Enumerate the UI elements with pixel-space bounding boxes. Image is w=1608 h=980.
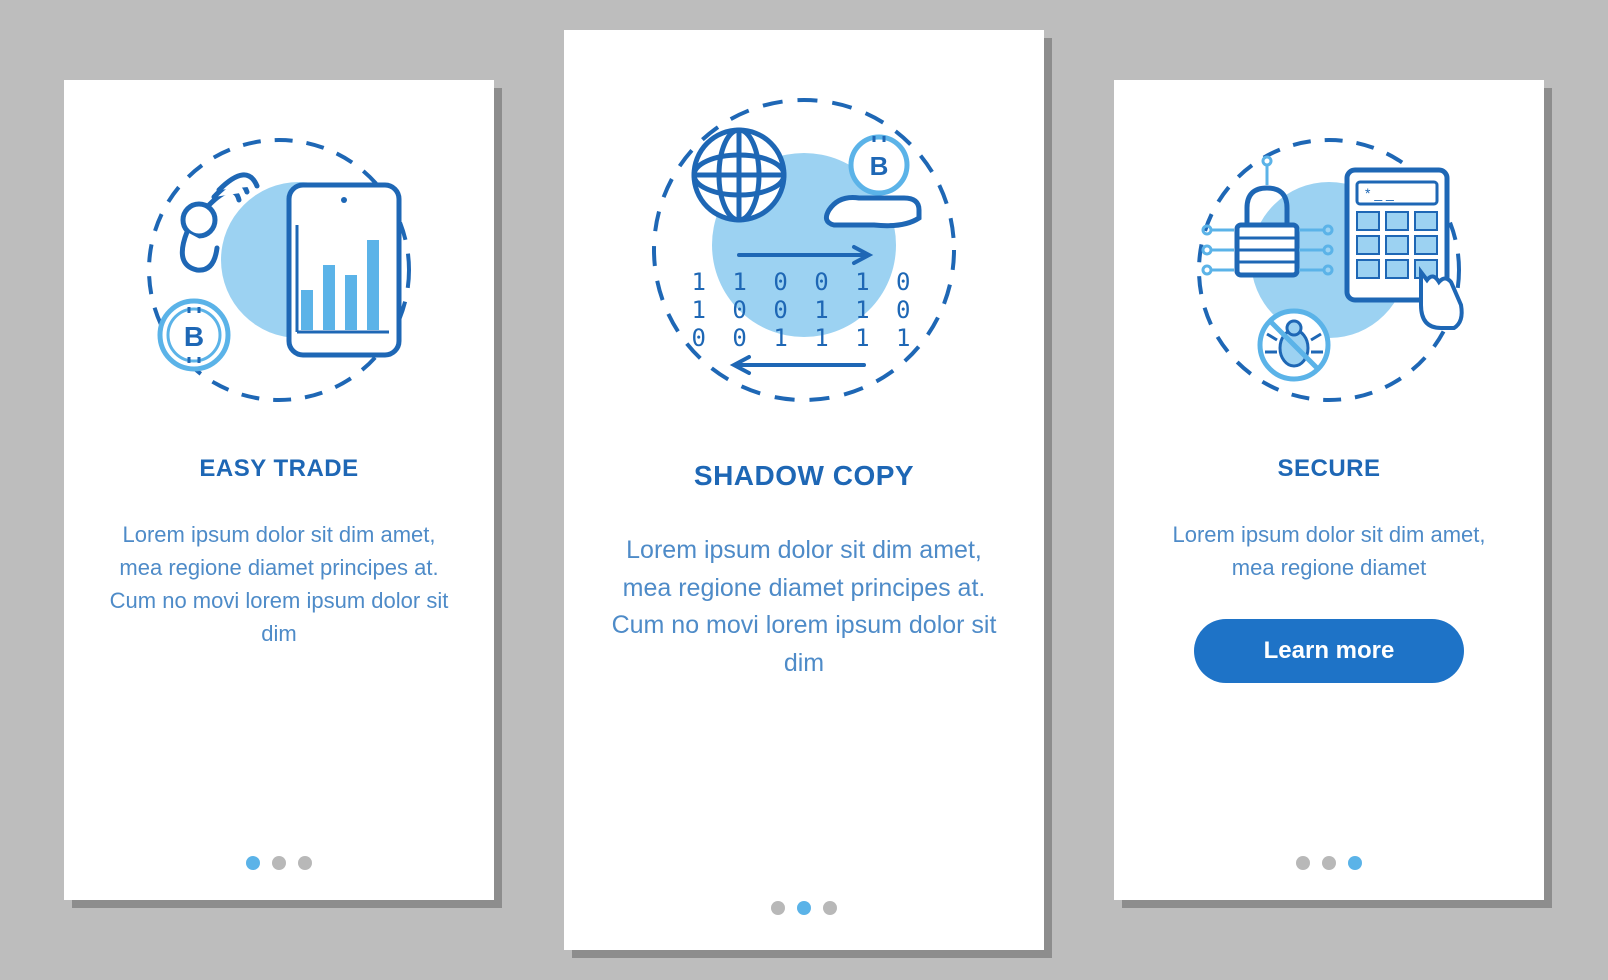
lock-icon [1237,188,1297,275]
dot-1[interactable] [1296,856,1310,870]
card-title: Secure [1277,455,1380,483]
secure-illustration: * _ _ [1189,130,1469,410]
svg-text:B: B [870,151,889,181]
dot-1[interactable] [246,856,260,870]
pagination-dots [771,871,837,915]
bitcoin-icon: B [160,301,228,369]
dot-2[interactable] [272,856,286,870]
card-title: Shadow copy [694,460,914,492]
globe-icon [694,130,784,220]
pagination-dots [1296,826,1362,870]
svg-text:1 1 0 0 1 0: 1 1 0 0 1 0 [692,268,917,296]
easy-trade-illustration: B [139,130,419,410]
dot-3[interactable] [298,856,312,870]
dot-3[interactable] [823,901,837,915]
shadow-copy-illustration: B 1 1 0 0 1 0 1 0 0 1 1 0 0 0 1 1 1 1 [644,90,964,410]
dot-3[interactable] [1348,856,1362,870]
card-title: Easy trade [199,455,358,483]
no-bug-icon [1260,311,1328,379]
svg-text:B: B [184,321,204,352]
svg-text:0 0 1 1 1 1: 0 0 1 1 1 1 [692,324,917,352]
card-body: Lorem ipsum dolor sit dim amet, mea regi… [104,518,454,650]
learn-more-button[interactable]: Learn more [1194,619,1465,683]
onboarding-card-easy-trade: B Easy trade Lorem ipsum dolor sit dim a… [64,80,494,900]
dot-1[interactable] [771,901,785,915]
card-body: Lorem ipsum dolor sit dim amet, mea regi… [609,532,999,682]
onboarding-card-shadow-copy: B 1 1 0 0 1 0 1 0 0 1 1 0 0 0 1 1 1 1 Sh… [564,30,1044,950]
card-body: Lorem ipsum dolor sit dim amet, mea regi… [1154,518,1504,584]
dot-2[interactable] [797,901,811,915]
svg-text:1 0 0 1 1 0: 1 0 0 1 1 0 [692,296,917,324]
onboarding-card-secure: * _ _ Secure Lorem [1114,80,1544,900]
dot-2[interactable] [1322,856,1336,870]
pagination-dots [246,826,312,870]
svg-text:* _ _: * _ _ [1365,185,1394,201]
